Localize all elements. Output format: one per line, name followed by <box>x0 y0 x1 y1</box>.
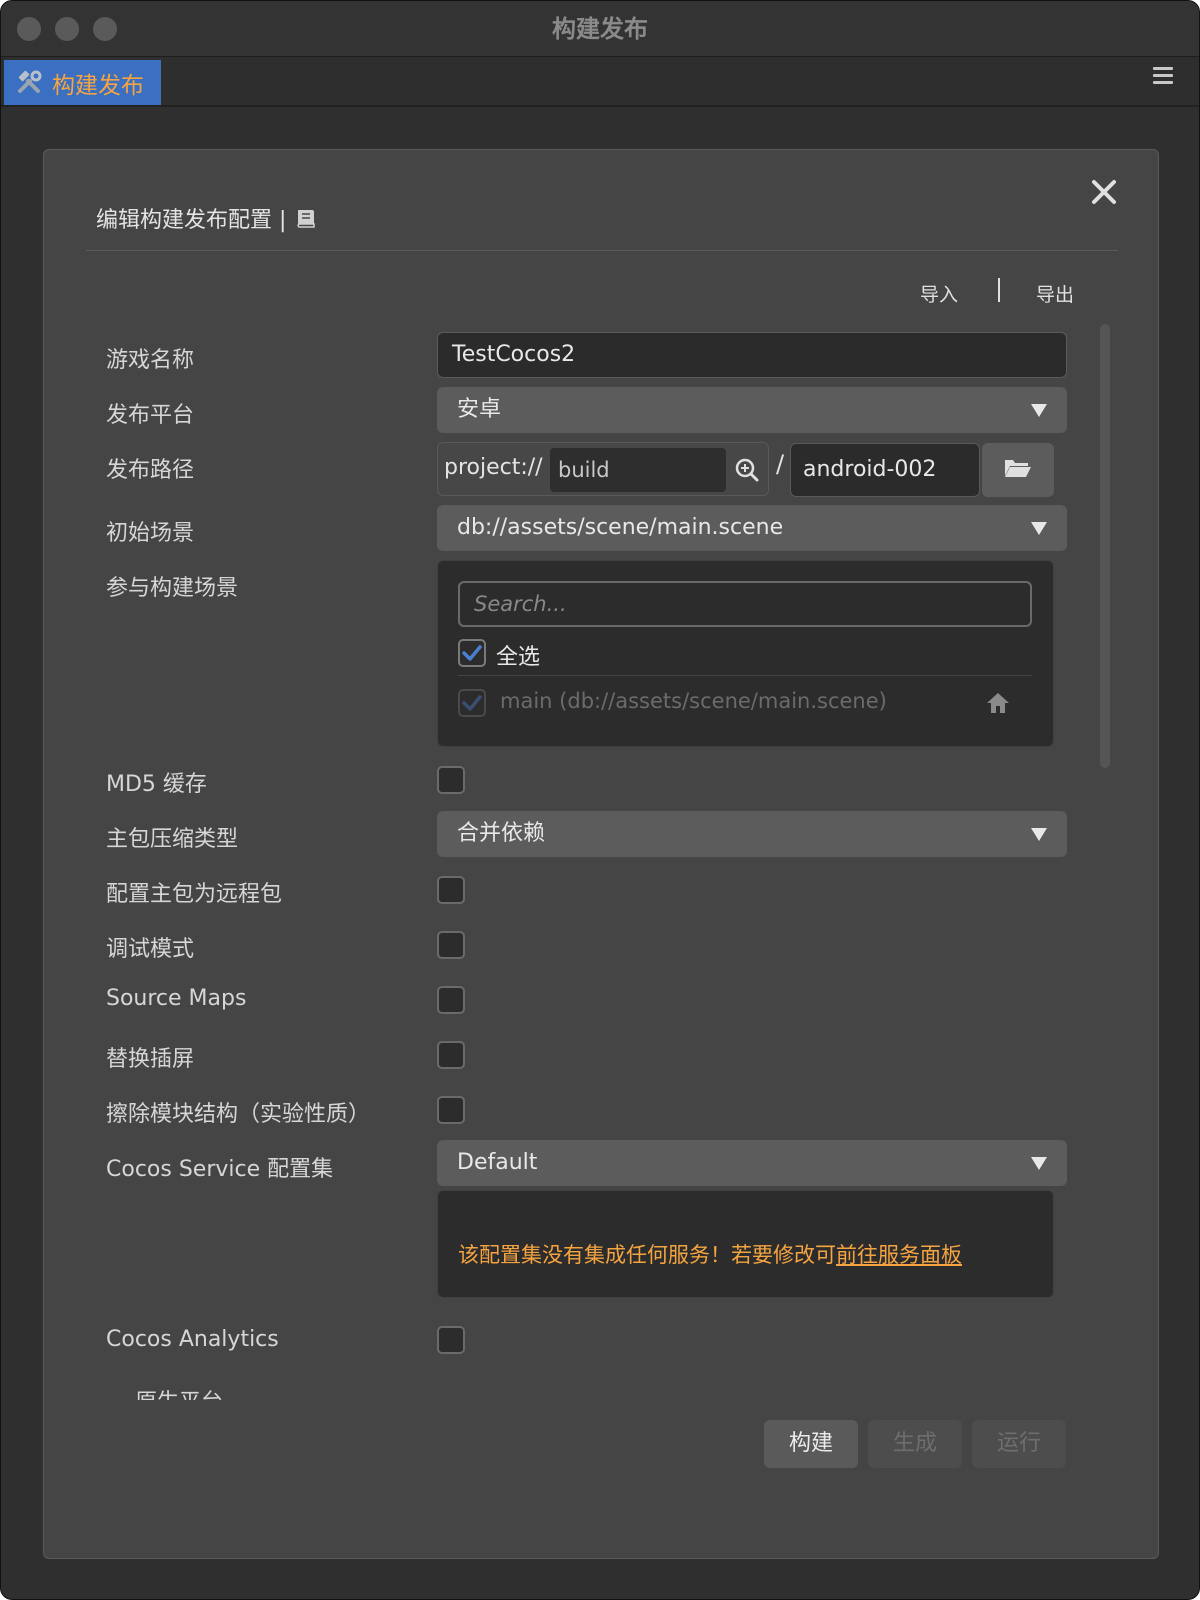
service-select[interactable]: Default <box>437 1140 1067 1186</box>
open-folder-button[interactable] <box>982 443 1054 497</box>
build-path-group: project:// build <box>437 442 769 496</box>
path-separator: / <box>776 450 785 478</box>
label-erase-modules: 擦除模块结构（实验性质） <box>106 1102 371 1127</box>
build-button[interactable]: 构建 <box>764 1420 858 1468</box>
md5-checkbox[interactable] <box>437 766 465 794</box>
service-info-box: 该配置集没有集成任何服务！若要修改可前往服务面板 <box>437 1190 1054 1298</box>
path-prefix: project:// <box>444 455 543 480</box>
label-md5: MD5 缓存 <box>106 772 207 797</box>
scene-list-box: Search... 全选 main (db://assets/scene/mai… <box>437 560 1054 747</box>
chevron-down-icon <box>1031 404 1047 417</box>
label-source-maps: Source Maps <box>106 986 247 1011</box>
label-splash: 替换插屏 <box>106 1047 195 1072</box>
remote-main-checkbox[interactable] <box>437 876 465 904</box>
panel-menu-button[interactable] <box>1153 67 1173 89</box>
app-window: 构建发布 构建发布 编辑构建发布配置 | 导入 导出 游戏名称 TestCoco… <box>0 0 1200 1600</box>
service-message-text: 该配置集没有集成任何服务！若要修改可 <box>458 1243 836 1267</box>
build-name-input[interactable]: android-002 <box>790 443 980 497</box>
label-remote-main: 配置主包为远程包 <box>106 882 283 907</box>
search-zoom-icon[interactable] <box>734 457 760 483</box>
label-start-scene: 初始场景 <box>106 521 195 546</box>
platform-value: 安卓 <box>457 397 502 422</box>
scene-item-name: main <box>500 689 553 713</box>
select-all-label: 全选 <box>496 645 541 670</box>
close-icon[interactable] <box>1090 178 1118 206</box>
service-value: Default <box>457 1150 538 1175</box>
scene-list-divider <box>458 675 1032 676</box>
hammer-wrench-icon <box>18 70 42 93</box>
tab-build-publish[interactable]: 构建发布 <box>4 60 161 105</box>
book-icon[interactable] <box>294 207 318 229</box>
label-platform: 发布平台 <box>106 403 195 428</box>
platform-select[interactable]: 安卓 <box>437 387 1067 433</box>
import-export-divider <box>998 278 1000 302</box>
label-analytics: Cocos Analytics <box>106 1327 279 1352</box>
export-link[interactable]: 导出 <box>1036 280 1074 307</box>
erase-modules-checkbox[interactable] <box>437 1096 465 1124</box>
label-scenes: 参与构建场景 <box>106 576 239 601</box>
title-divider <box>86 250 1118 251</box>
scene-item-path: (db://assets/scene/main.scene) <box>559 689 887 713</box>
tab-bar: 构建发布 <box>1 57 1199 107</box>
debug-checkbox[interactable] <box>437 931 465 959</box>
label-service: Cocos Service 配置集 <box>106 1157 334 1182</box>
source-maps-checkbox[interactable] <box>437 986 465 1014</box>
service-panel-link[interactable]: 前往服务面板 <box>836 1243 962 1267</box>
scene-search-input[interactable]: Search... <box>458 581 1032 627</box>
generate-button[interactable]: 生成 <box>868 1420 962 1468</box>
compression-value: 合并依赖 <box>457 821 546 846</box>
start-scene-value: db://assets/scene/main.scene <box>457 515 784 540</box>
chevron-down-icon <box>1031 1157 1047 1170</box>
tab-label: 构建发布 <box>52 72 144 99</box>
chevron-down-icon <box>1031 828 1047 841</box>
scene-item-label: main (db://assets/scene/main.scene) <box>500 689 887 713</box>
title-bar: 构建发布 <box>1 1 1199 57</box>
chevron-down-icon <box>1031 522 1047 535</box>
build-dir-input[interactable]: build <box>550 448 726 492</box>
import-link[interactable]: 导入 <box>920 280 958 307</box>
dialog-title: 编辑构建发布配置 | <box>96 202 318 234</box>
checkmark-icon <box>462 645 482 661</box>
build-config-dialog: 编辑构建发布配置 | 导入 导出 游戏名称 TestCocos2 发布平台 安卓… <box>43 149 1159 1559</box>
native-section-header[interactable]: — 原生平台 <box>106 1386 306 1400</box>
run-button[interactable]: 运行 <box>972 1420 1066 1468</box>
game-name-input[interactable]: TestCocos2 <box>437 332 1067 378</box>
label-debug: 调试模式 <box>106 937 195 962</box>
start-scene-select[interactable]: db://assets/scene/main.scene <box>437 505 1067 551</box>
folder-open-icon <box>1005 460 1031 477</box>
window-title: 构建发布 <box>552 15 648 43</box>
label-build-path: 发布路径 <box>106 458 195 483</box>
analytics-checkbox[interactable] <box>437 1326 465 1354</box>
label-compression: 主包压缩类型 <box>106 827 239 852</box>
dialog-title-text: 编辑构建发布配置 | <box>96 208 287 233</box>
home-icon[interactable] <box>986 691 1010 715</box>
scrollbar-thumb[interactable] <box>1100 324 1110 768</box>
label-game-name: 游戏名称 <box>106 348 195 373</box>
service-message: 该配置集没有集成任何服务！若要修改可前往服务面板 <box>458 1239 962 1269</box>
scene-item-checkbox[interactable] <box>458 689 486 717</box>
splash-checkbox[interactable] <box>437 1041 465 1069</box>
compression-select[interactable]: 合并依赖 <box>437 811 1067 857</box>
checkmark-icon <box>462 695 482 711</box>
select-all-checkbox[interactable] <box>458 639 486 667</box>
